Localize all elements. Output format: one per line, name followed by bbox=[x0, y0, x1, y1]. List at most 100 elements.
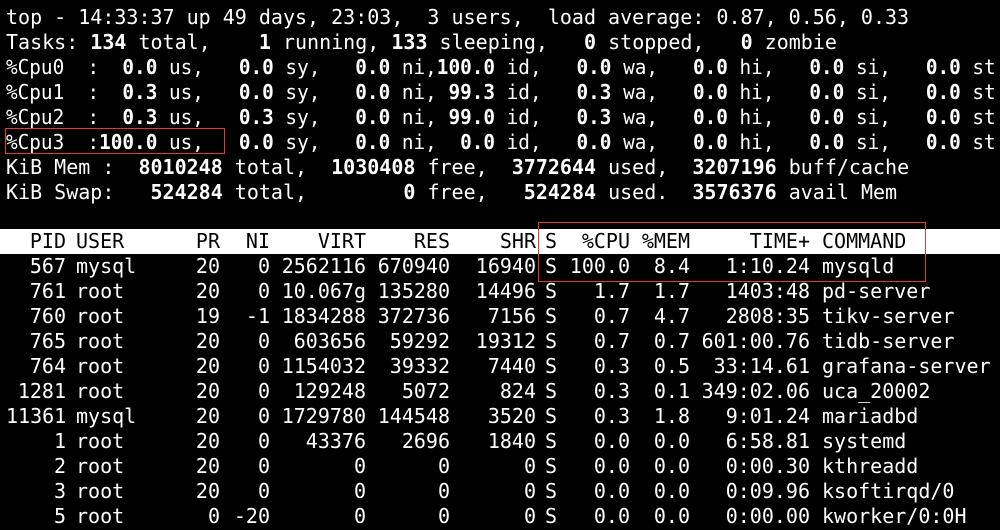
cell-cpu: 0.0 bbox=[593, 479, 630, 503]
swap-line: KiB Swap: 524284 total, 0 free, 524284 u… bbox=[6, 180, 898, 204]
cell-mem: 4.7 bbox=[653, 304, 690, 328]
cell-cmd: grafana-server bbox=[822, 354, 991, 378]
cell-time: 0:00.30 bbox=[725, 454, 810, 478]
cell-virt: 1729780 bbox=[281, 404, 366, 428]
table-row[interactable]: 11361 mysql 20 0 1729780 144548 3520 S 0.3 1.8 9:0… bbox=[0, 404, 1000, 428]
cpu-st-value: 0.0 bbox=[902, 105, 961, 129]
cell-virt: 2562116 bbox=[281, 254, 366, 278]
cpu-st-value: 0.0 bbox=[902, 80, 961, 104]
cell-res: 0 bbox=[437, 504, 450, 528]
cell-ni: 0 bbox=[257, 454, 270, 478]
cpu-sy-value: 0.0 bbox=[215, 130, 274, 154]
cell-mem: 0.0 bbox=[653, 429, 690, 453]
cpu-sy-value: 0.0 bbox=[215, 80, 274, 104]
cell-shr: 7440 bbox=[487, 354, 536, 378]
column-header-virt: VIRT bbox=[317, 229, 366, 253]
cpu-label: %Cpu2 : bbox=[6, 105, 100, 129]
cell-user: mysql bbox=[76, 254, 137, 278]
table-row[interactable]: 1 root 20 0 43376 2696 1840 S 0.0 0.0 6:58.81 syste… bbox=[0, 429, 1000, 453]
column-header-res: RES bbox=[413, 229, 450, 253]
cell-pid: 761 bbox=[29, 279, 66, 303]
column-header-mem: %MEM bbox=[641, 229, 690, 253]
cell-pr: 20 bbox=[195, 404, 220, 428]
cpu-hi-value: 0.0 bbox=[669, 55, 728, 79]
cell-ni: -20 bbox=[233, 504, 270, 528]
cpu-ni-value: 0.0 bbox=[332, 80, 391, 104]
table-row[interactable]: 3 root 20 0 0 0 0 S 0.0 0.0 0:09.96 ksoftirqd/0 bbox=[0, 479, 1000, 503]
cell-user: root bbox=[76, 279, 125, 303]
table-row[interactable]: 5 root 0 -20 0 0 0 S 0.0 0.0 0:00.00 kworker/0:0H bbox=[0, 504, 1000, 528]
cell-mem: 0.0 bbox=[653, 504, 690, 528]
cell-cpu: 0.0 bbox=[593, 504, 630, 528]
cell-s: S bbox=[545, 504, 558, 528]
cell-shr: 0 bbox=[523, 454, 536, 478]
table-row[interactable]: 760 root 19 -1 1834288 372736 7156 S 0.7 4.7 2808:… bbox=[0, 304, 1000, 328]
cell-cpu: 0.3 bbox=[593, 404, 630, 428]
cpu-ni-value: 0.0 bbox=[332, 130, 391, 154]
cell-mem: 0.1 bbox=[653, 379, 690, 403]
cell-cmd: kworker/0:0H bbox=[822, 504, 967, 528]
cell-virt: 0 bbox=[353, 504, 366, 528]
cell-time: 601:00.76 bbox=[701, 329, 810, 353]
cell-ni: 0 bbox=[257, 379, 270, 403]
cell-cmd: systemd bbox=[822, 429, 907, 453]
cell-time: 0:09.96 bbox=[725, 479, 810, 503]
table-row[interactable]: 1281 root 20 0 129248 5072 824 S 0.3 0.1 349:02.06… bbox=[0, 379, 1000, 403]
cpu-wa-value: 0.3 bbox=[553, 105, 612, 129]
cell-res: 670940 bbox=[377, 254, 450, 278]
cpu-us-value: 0.3 bbox=[99, 80, 158, 104]
cell-cmd: mariadbd bbox=[822, 404, 919, 428]
cell-pid: 2 bbox=[53, 454, 66, 478]
cell-mem: 0.0 bbox=[653, 479, 690, 503]
cell-s: S bbox=[545, 379, 558, 403]
cell-pid: 11361 bbox=[6, 404, 67, 428]
cpu-st-value: 0.0 bbox=[902, 130, 961, 154]
column-header-user: USER bbox=[76, 229, 125, 253]
cell-user: root bbox=[76, 429, 125, 453]
cell-mem: 0.7 bbox=[653, 329, 690, 353]
cell-s: S bbox=[545, 279, 558, 303]
cell-pr: 20 bbox=[195, 429, 220, 453]
column-header-time: TIME+ bbox=[749, 229, 810, 253]
cell-cpu: 1.7 bbox=[593, 279, 630, 303]
cell-cmd: ksoftirqd/0 bbox=[822, 479, 955, 503]
cell-s: S bbox=[545, 304, 558, 328]
column-header-cpu: %CPU bbox=[581, 229, 630, 253]
cpu2-line: %Cpu2 : 0.3 us, 0.3 sy, 0.0 ni, 99.0 id,… bbox=[6, 105, 996, 129]
table-row[interactable]: 764 root 20 0 1154032 39332 7440 S 0.3 0.5 33:14.6… bbox=[0, 354, 1000, 378]
table-row[interactable]: 761 root 20 0 10.067g 135280 14496 S 1.7 1.7 1403:… bbox=[0, 279, 1000, 303]
cell-mem: 0.0 bbox=[653, 454, 690, 478]
cell-pid: 760 bbox=[29, 304, 66, 328]
cell-shr: 16940 bbox=[475, 254, 536, 278]
cell-mem: 1.7 bbox=[653, 279, 690, 303]
cpu0-line: %Cpu0 : 0.0 us, 0.0 sy, 0.0 ni,100.0 id,… bbox=[6, 55, 996, 79]
process-table-header: PID USER PR NI VIRT RES SHR S %CPU %MEM TIME+ COMMA… bbox=[0, 229, 1000, 254]
table-row[interactable]: 567 mysql 20 0 2562116 670940 16940 S 100.0 8.4 1:… bbox=[0, 254, 1000, 278]
cell-user: root bbox=[76, 479, 125, 503]
column-header-pr: PR bbox=[195, 229, 220, 253]
cpu1-line: %Cpu1 : 0.3 us, 0.0 sy, 0.0 ni, 99.3 id,… bbox=[6, 80, 996, 104]
cell-res: 0 bbox=[437, 454, 450, 478]
cell-mem: 0.5 bbox=[653, 354, 690, 378]
cell-pid: 567 bbox=[29, 254, 66, 278]
cell-shr: 14496 bbox=[475, 279, 536, 303]
cpu-us-value: 100.0 bbox=[99, 130, 158, 154]
cell-ni: 0 bbox=[257, 479, 270, 503]
cell-cpu: 0.0 bbox=[593, 429, 630, 453]
table-row[interactable]: 2 root 20 0 0 0 0 S 0.0 0.0 0:00.30 kthreadd bbox=[0, 454, 1000, 478]
cpu-hi-value: 0.0 bbox=[669, 130, 728, 154]
cell-user: root bbox=[76, 304, 125, 328]
cell-virt: 0 bbox=[353, 479, 366, 503]
cell-s: S bbox=[545, 479, 558, 503]
table-row[interactable]: 765 root 20 0 603656 59292 19312 S 0.7 0.7 601:00.… bbox=[0, 329, 1000, 353]
cell-mem: 8.4 bbox=[653, 254, 690, 278]
cell-time: 0:00.00 bbox=[725, 504, 810, 528]
cell-pid: 5 bbox=[53, 504, 66, 528]
tasks-line: Tasks: 134 total, 1 running, 133 sleepin… bbox=[6, 30, 837, 54]
cell-cmd: tidb-server bbox=[822, 329, 955, 353]
cell-cpu: 0.0 bbox=[593, 454, 630, 478]
column-header-ni: NI bbox=[245, 229, 270, 253]
cell-shr: 824 bbox=[499, 379, 536, 403]
terminal-screen[interactable]: top - 14:33:37 up 49 days, 23:03, 3 user… bbox=[0, 0, 1000, 530]
cell-s: S bbox=[545, 404, 558, 428]
